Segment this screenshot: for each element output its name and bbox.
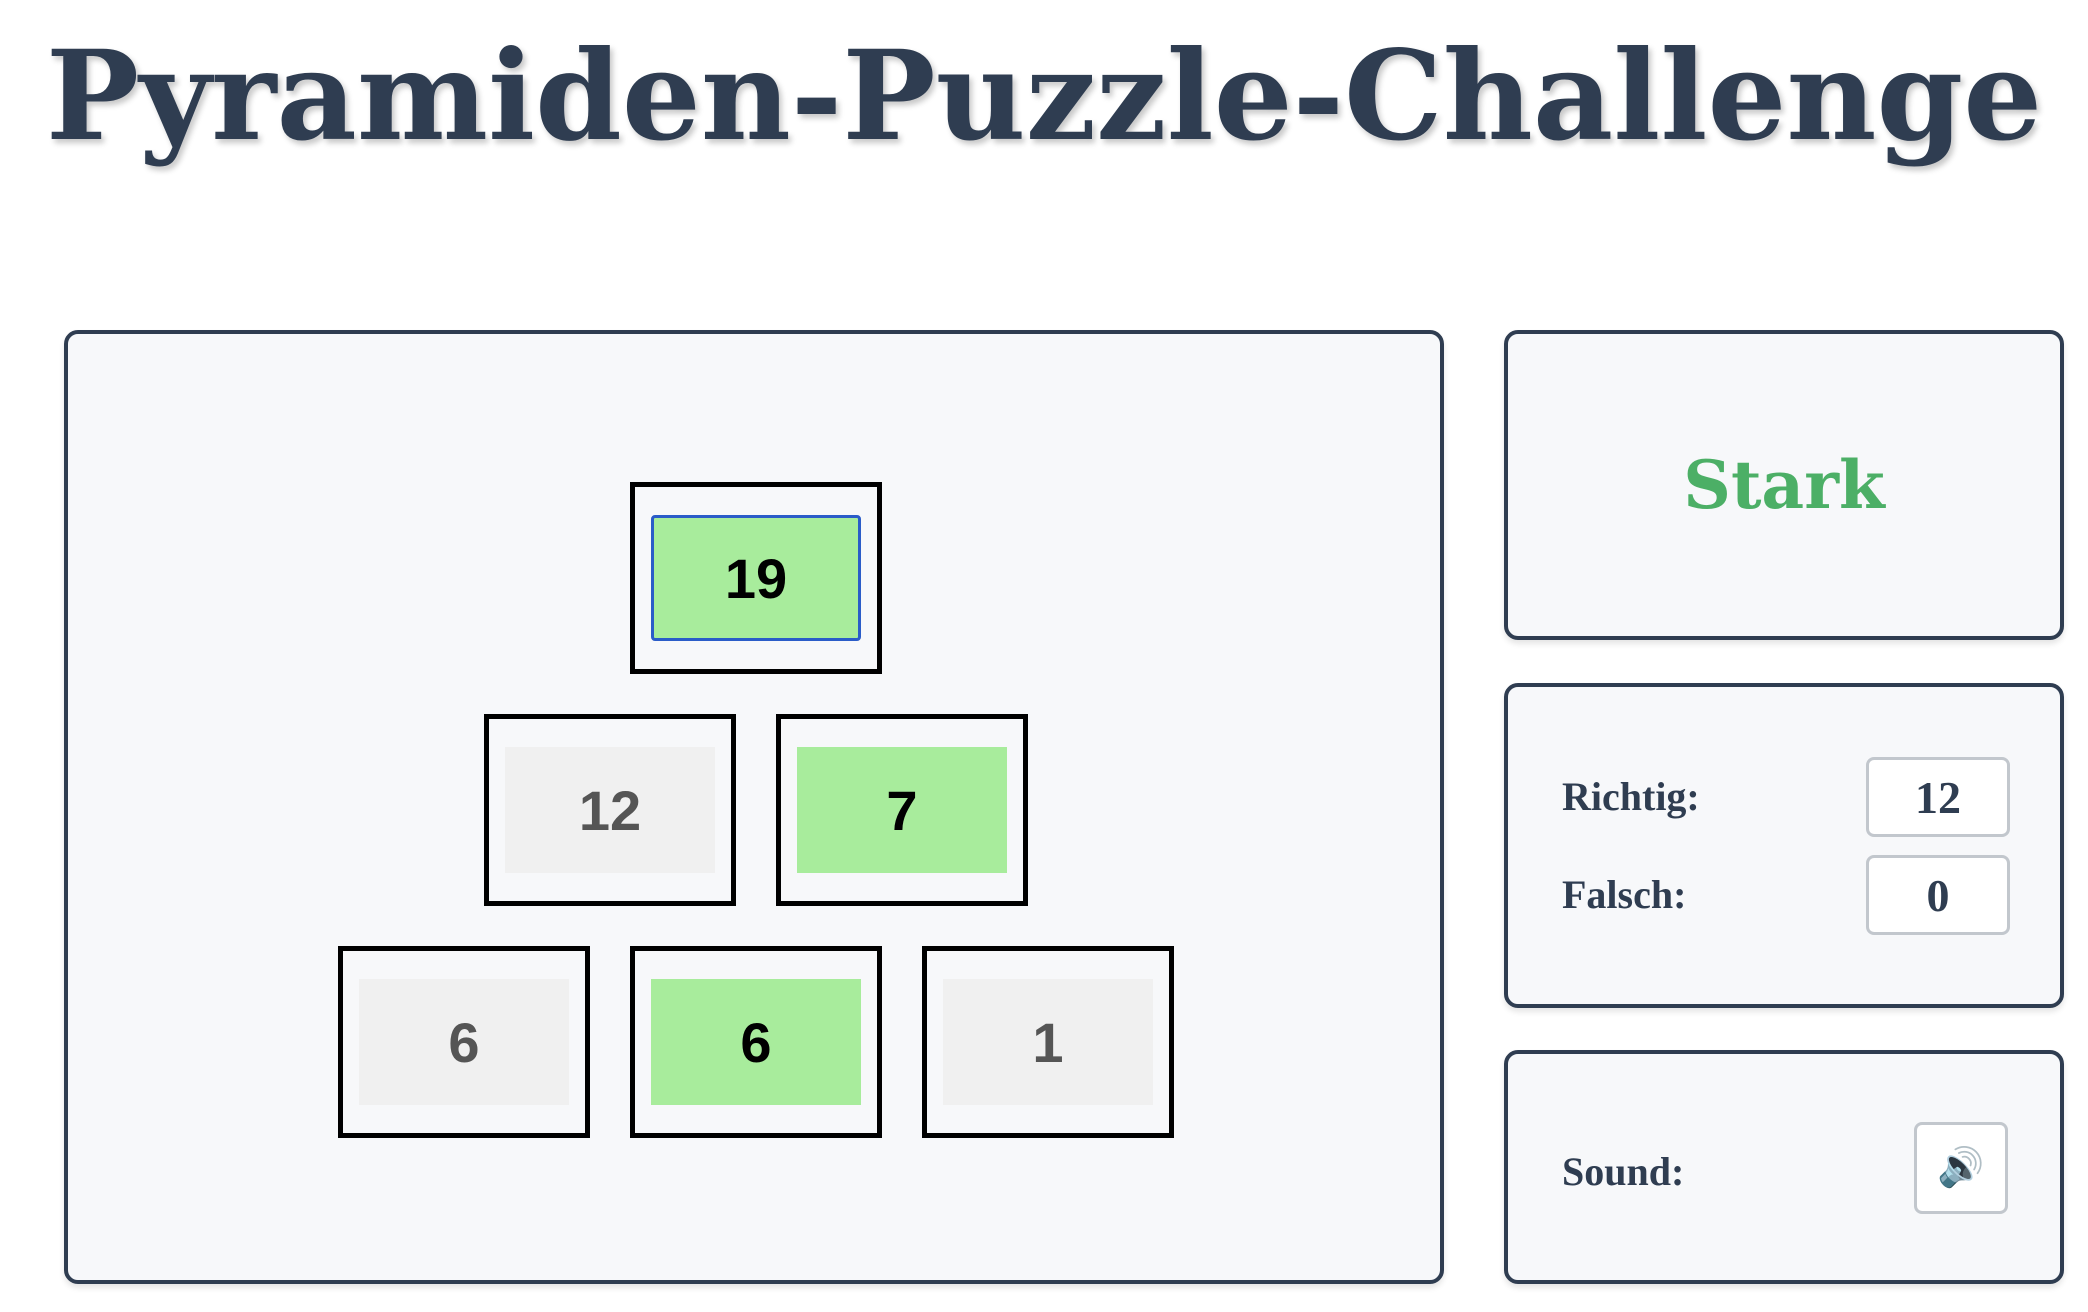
sound-panel: Sound: 🔊 xyxy=(1504,1050,2064,1284)
sound-label: Sound: xyxy=(1562,1149,1685,1194)
pyramid-cell-middle-right[interactable]: 7 xyxy=(797,747,1007,873)
feedback-message: Stark xyxy=(1683,446,1885,524)
correct-label: Richtig: xyxy=(1562,774,1700,819)
page-title: Pyramiden-Puzzle-Challenge xyxy=(45,24,2043,169)
pyramid-brick-top: 19 xyxy=(630,482,882,674)
speaker-icon: 🔊 xyxy=(1937,1147,1985,1189)
pyramid-cell-bottom-middle[interactable]: 6 xyxy=(651,979,861,1105)
wrong-count: 0 xyxy=(1866,855,2010,935)
pyramid-brick-bottom-left: 6 xyxy=(338,946,590,1138)
pyramid-cell-bottom-left: 6 xyxy=(359,979,569,1105)
sound-toggle-button[interactable]: 🔊 xyxy=(1914,1122,2008,1214)
pyramid-brick-bottom-right: 1 xyxy=(922,946,1174,1138)
pyramid-brick-bottom-middle: 6 xyxy=(630,946,882,1138)
score-panel: Richtig: 12 Falsch: 0 xyxy=(1504,683,2064,1008)
pyramid-brick-middle-right: 7 xyxy=(776,714,1028,906)
pyramid-panel: 19 12 7 6 6 1 xyxy=(64,330,1444,1284)
wrong-label: Falsch: xyxy=(1562,872,1687,917)
pyramid-cell-top[interactable]: 19 xyxy=(651,515,861,641)
feedback-panel: Stark xyxy=(1504,330,2064,640)
pyramid-cell-middle-left: 12 xyxy=(505,747,715,873)
pyramid-cell-bottom-right: 1 xyxy=(943,979,1153,1105)
pyramid-brick-middle-left: 12 xyxy=(484,714,736,906)
correct-count: 12 xyxy=(1866,757,2010,837)
